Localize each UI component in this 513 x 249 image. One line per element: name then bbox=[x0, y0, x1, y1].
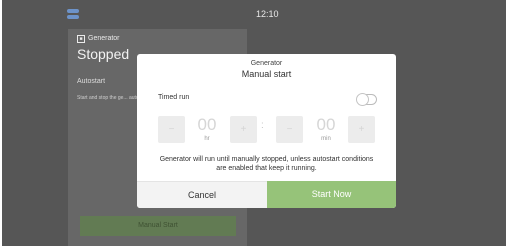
manual-start-button[interactable]: Manual Start bbox=[80, 216, 236, 236]
cancel-button[interactable]: Cancel bbox=[137, 181, 267, 208]
minutes-value: 00 bbox=[316, 115, 336, 134]
hours-unit: hr bbox=[204, 136, 210, 142]
hours-value: 00 bbox=[197, 115, 217, 134]
time-separator: : bbox=[261, 120, 264, 131]
toggle-knob bbox=[356, 93, 369, 106]
generator-icon: ■ bbox=[77, 35, 85, 43]
dialog-subtitle: Generator bbox=[250, 60, 283, 67]
timed-run-label: Timed run bbox=[158, 94, 190, 101]
start-now-button[interactable]: Start Now bbox=[267, 181, 396, 208]
autostart-label: Autostart bbox=[77, 78, 106, 85]
minutes-increment-button[interactable]: + bbox=[348, 116, 375, 143]
timed-run-toggle[interactable] bbox=[356, 93, 377, 106]
generator-status: Stopped bbox=[77, 46, 130, 62]
dialog-message: Generator will run until manually stoppe… bbox=[159, 156, 374, 172]
autostart-description: Start and stop the ge... autostart condi… bbox=[77, 95, 137, 101]
status-bar: 12:10 bbox=[2, 0, 506, 30]
card-small-title: Generator bbox=[88, 35, 120, 42]
dialog-title: Manual start bbox=[241, 69, 292, 79]
clock: 12:10 bbox=[256, 9, 279, 19]
device-screen: 12:10 ■ Generator Stopped Autostart Star… bbox=[2, 0, 506, 246]
minutes-unit: min bbox=[321, 136, 331, 142]
hours-increment-button[interactable]: + bbox=[230, 116, 257, 143]
hours-decrement-button[interactable]: − bbox=[158, 116, 185, 143]
status-bars-icon[interactable] bbox=[67, 9, 79, 20]
manual-start-dialog: Generator Manual start Timed run − 00 hr… bbox=[137, 54, 396, 208]
minutes-decrement-button[interactable]: − bbox=[276, 116, 303, 143]
